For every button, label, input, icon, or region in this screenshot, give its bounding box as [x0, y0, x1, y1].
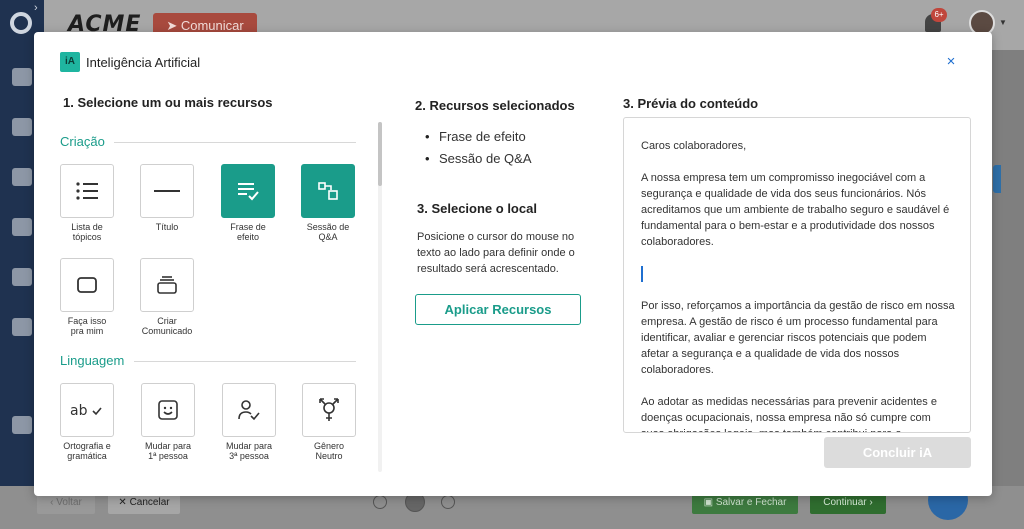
tool-label: Criar Comunicado [141, 316, 193, 336]
preview-paragraph: Ao adotar as medidas necessárias para pr… [641, 396, 937, 432]
svg-text:ab: ab [70, 403, 88, 419]
continue-label: Continuar [823, 497, 867, 508]
tool-label: Mudar para 1ª pessoa [144, 441, 192, 461]
tool-label: Ortografia e gramática [63, 441, 111, 461]
selected-resource-item: Sessão de Q&A [425, 151, 531, 166]
tool-titulo[interactable]: Título [140, 164, 194, 232]
modal-title: Inteligência Artificial [86, 55, 201, 70]
location-instructions: Posicione o cursor do mouse no texto ao … [417, 231, 575, 275]
content-preview[interactable]: Caros colaboradores, A nossa empresa tem… [623, 117, 971, 433]
tool-box[interactable]: ab [60, 383, 114, 437]
tool-primeira-pessoa[interactable]: Mudar para 1ª pessoa [141, 383, 195, 461]
tool-ortografia[interactable]: ab Ortografia e gramática [60, 383, 114, 461]
tool-genero-neutro[interactable]: Gênero Neutro [302, 383, 356, 461]
chevron-right-icon: › [866, 497, 873, 508]
stack-icon [157, 276, 177, 294]
users-icon[interactable] [12, 118, 32, 136]
tool-label: Lista de tópicos [71, 222, 103, 242]
step-dot[interactable] [373, 495, 387, 509]
resources-panel: Criação Lista de tópicos Título Frase de… [60, 124, 390, 476]
caret-down-icon[interactable]: ▼ [999, 18, 1007, 27]
apply-resources-button[interactable]: Aplicar Recursos [415, 294, 581, 325]
tool-label: Gênero Neutro [313, 441, 345, 461]
step3-title: 3. Selecione o local [417, 201, 537, 216]
tool-box[interactable] [301, 164, 355, 218]
third-person-icon [238, 400, 260, 421]
rectangle-icon [77, 277, 97, 293]
list-icon [76, 182, 98, 200]
tool-label: Sessão de Q&A [306, 222, 350, 242]
tool-box[interactable] [140, 164, 194, 218]
tool-criar-comunicado[interactable]: Criar Comunicado [140, 258, 194, 336]
save-icon: ▣ [703, 497, 716, 508]
tool-terceira-pessoa[interactable]: Mudar para 3ª pessoa [222, 383, 276, 461]
tool-label: Título [155, 222, 179, 232]
close-icon[interactable]: × [942, 53, 960, 71]
ai-modal: iA Inteligência Artificial × 1. Selecion… [34, 32, 992, 496]
tool-box[interactable] [140, 258, 194, 312]
spellcheck-icon: ab [70, 403, 102, 419]
tool-faca-isso-pra-mim[interactable]: Faça isso pra mim [60, 258, 114, 336]
ai-logo-icon: iA [60, 52, 80, 72]
send-icon: ➤ [166, 18, 181, 33]
tool-box[interactable] [141, 383, 195, 437]
insertion-cursor [641, 266, 643, 282]
step1-title: 1. Selecione um ou mais recursos [63, 95, 273, 110]
gear-icon[interactable] [12, 416, 32, 434]
tool-box[interactable] [302, 383, 356, 437]
contact-card-icon[interactable] [12, 218, 32, 236]
close-icon: ✕ [118, 497, 130, 508]
tool-lista-de-topicos[interactable]: Lista de tópicos [60, 164, 114, 242]
save-label: Salvar e Fechar [715, 497, 787, 508]
category-linguagem: Linguagem [60, 353, 125, 368]
conclude-ai-button[interactable]: Concluir iA [824, 437, 971, 468]
cancel-label: Cancelar [129, 497, 170, 508]
divider [114, 142, 356, 143]
app-logo-icon [10, 12, 32, 34]
qa-icon [318, 182, 338, 200]
category-criacao: Criação [60, 134, 105, 149]
tool-sessao-qa[interactable]: Sessão de Q&A [301, 164, 355, 242]
tool-box[interactable] [222, 383, 276, 437]
scrollbar-thumb[interactable] [378, 122, 382, 186]
gender-neutral-icon [319, 398, 339, 421]
step-dot[interactable] [441, 495, 455, 509]
step2-title: 2. Recursos selecionados [415, 98, 575, 113]
preview-paragraph: Caros colaboradores, [641, 140, 747, 152]
first-person-icon [158, 400, 178, 420]
briefcase-icon[interactable] [12, 168, 32, 186]
soccer-ball-icon[interactable] [12, 268, 32, 286]
tagline-icon [238, 183, 259, 201]
preview-paragraph: Por isso, reforçamos a importância da ge… [641, 300, 955, 376]
chat-icon[interactable] [12, 68, 32, 86]
title-icon [154, 190, 180, 192]
tool-label: Faça isso pra mim [67, 316, 107, 336]
tool-box[interactable] [60, 258, 114, 312]
divider [134, 361, 356, 362]
tool-label: Frase de efeito [230, 222, 266, 242]
pie-chart-icon[interactable] [12, 318, 32, 336]
side-tab[interactable] [993, 165, 1001, 193]
preview-title: 3. Prévia do conteúdo [623, 96, 759, 111]
tool-box[interactable] [60, 164, 114, 218]
tool-box[interactable] [221, 164, 275, 218]
tool-label: Mudar para 3ª pessoa [225, 441, 273, 461]
notification-badge: 6+ [931, 8, 947, 22]
selected-resource-item: Frase de efeito [425, 129, 526, 144]
tool-frase-de-efeito[interactable]: Frase de efeito [221, 164, 275, 242]
preview-paragraph: A nossa empresa tem um compromisso inego… [641, 172, 950, 248]
chevron-right-icon[interactable]: › [34, 2, 38, 14]
comunicar-label: Comunicar [180, 18, 244, 33]
back-label: Voltar [56, 497, 82, 508]
